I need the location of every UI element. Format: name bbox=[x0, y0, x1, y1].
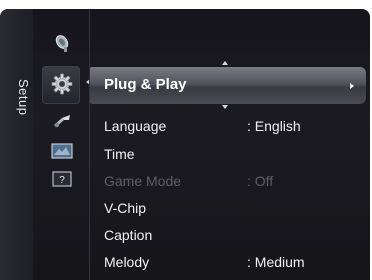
menu-item-v-chip[interactable]: V-Chip bbox=[104, 200, 360, 222]
menu-item-label: Time bbox=[104, 146, 135, 162]
menu-item-label: Game Mode bbox=[104, 173, 182, 189]
menu-item-label: Caption bbox=[104, 227, 153, 243]
scroll-down-icon bbox=[222, 105, 228, 109]
menu-item-language[interactable]: Language : English bbox=[104, 118, 360, 140]
menu-item-plug-and-play[interactable]: Plug & Play bbox=[90, 67, 366, 104]
menu-item-label: Melody bbox=[104, 254, 150, 270]
menu-item-time[interactable]: Time bbox=[104, 146, 360, 168]
help-icon[interactable]: ? bbox=[47, 167, 77, 191]
menu-item-value: : English bbox=[247, 118, 301, 134]
setup-tab[interactable]: Setup bbox=[0, 9, 33, 280]
input-icon[interactable] bbox=[47, 139, 77, 163]
category-icon-column: ? bbox=[38, 9, 86, 280]
menu-item-melody[interactable]: Melody : Medium bbox=[104, 254, 360, 276]
satellite-dish-icon[interactable] bbox=[47, 31, 77, 55]
menu-item-value: : Medium bbox=[247, 254, 305, 270]
scroll-up-icon bbox=[222, 61, 228, 65]
menu-item-game-mode: Game Mode : Off bbox=[104, 173, 360, 195]
submenu-arrow-icon bbox=[350, 83, 354, 89]
menu-item-value: : Off bbox=[247, 173, 274, 189]
gear-icon[interactable] bbox=[47, 72, 77, 96]
setup-menu-panel: Setup ? Plug & Play Language: English T… bbox=[0, 9, 370, 280]
menu-item-label: Language bbox=[104, 118, 167, 134]
menu-item-caption[interactable]: Caption bbox=[104, 227, 360, 249]
menu-item-label: Plug & Play bbox=[104, 76, 187, 93]
satellite-icon[interactable] bbox=[47, 110, 77, 134]
menu-item-label: V-Chip bbox=[104, 200, 147, 216]
help-icon-glyph: ? bbox=[59, 175, 65, 186]
setup-tab-label: Setup bbox=[16, 78, 31, 116]
column-divider bbox=[89, 9, 90, 280]
